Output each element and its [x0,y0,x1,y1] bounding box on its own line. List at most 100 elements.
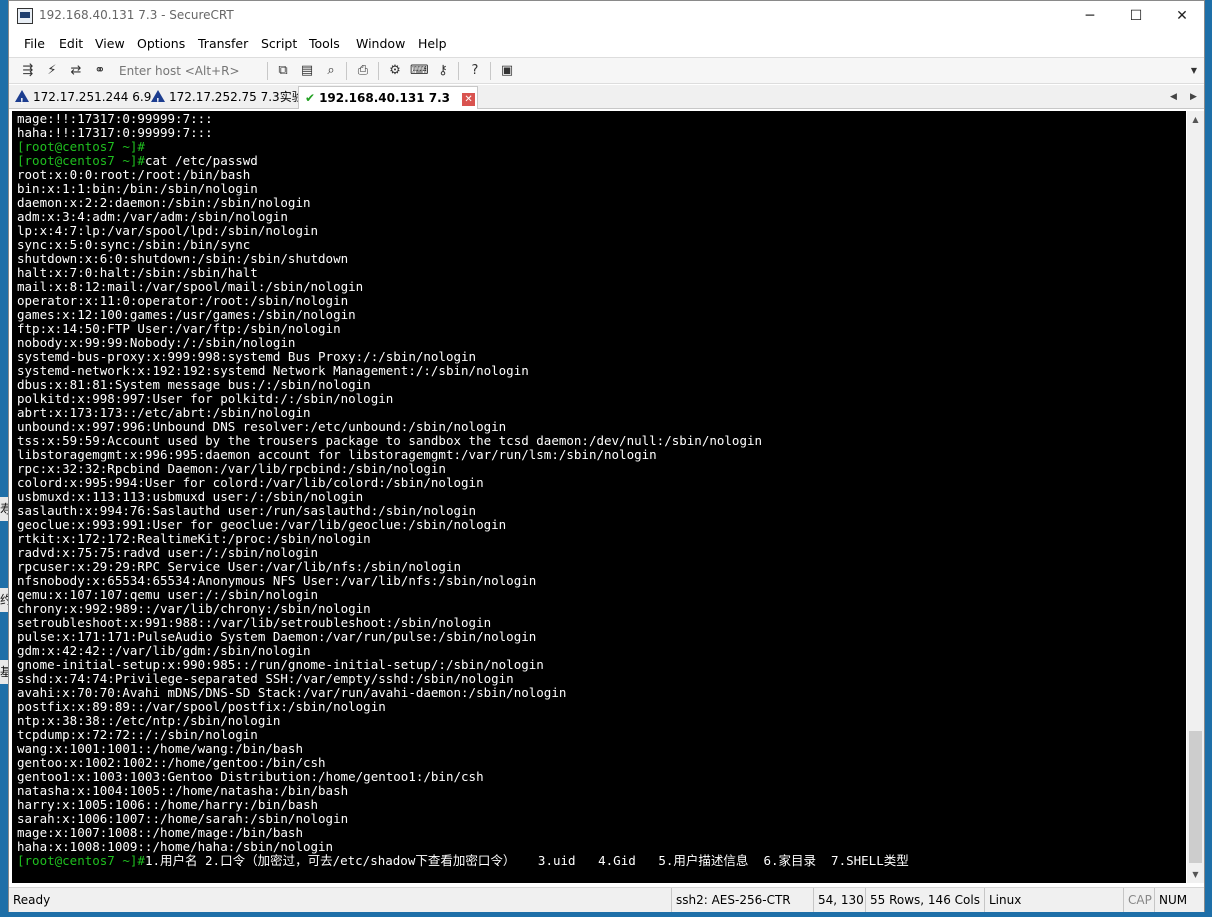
terminal-line: postfix:x:89:89::/var/spool/postfix:/sbi… [17,699,386,714]
minimize-button[interactable]: ─ [1067,1,1113,32]
disconnect-icon[interactable]: ⚭ [91,62,109,80]
maximize-button[interactable]: ☐ [1113,1,1159,32]
menu-view[interactable]: View [95,36,125,51]
terminal-line: saslauth:x:994:76:Saslauthd user:/run/sa… [17,503,477,518]
menu-window[interactable]: Window [356,36,405,51]
terminal-line: usbmuxd:x:113:113:usbmuxd user:/:/sbin/n… [17,489,364,504]
desktop-edge-text-2: 约 [0,588,12,612]
terminal-line: chrony:x:992:989::/var/lib/chrony:/sbin/… [17,601,371,616]
shell-command: cat /etc/passwd [144,153,258,168]
terminal-line: haha:x:1008:1009::/home/haha:/sbin/nolog… [17,839,334,854]
host-input[interactable] [117,62,269,80]
terminal-prompt-line: [root@centos7 ~]# [17,139,145,154]
terminal-line: root:x:0:0:root:/root:/bin/bash [17,167,251,182]
terminal-line: harry:x:1005:1006::/home/harry:/bin/bash [17,797,319,812]
menu-transfer[interactable]: Transfer [198,36,248,51]
shell-command: 1.用户名 2.口令（加密过，可去/etc/shadow下查看加密口令） 3.u… [144,853,909,868]
terminal-prompt-line: [root@centos7 ~]#cat /etc/passwd [17,153,258,168]
terminal-line: systemd-network:x:192:192:systemd Networ… [17,363,529,378]
menu-script[interactable]: Script [261,36,297,51]
terminal-line: nfsnobody:x:65534:65534:Anonymous NFS Us… [17,573,537,588]
terminal-line: pulse:x:171:171:PulseAudio System Daemon… [17,629,537,644]
status-cursor-position: 54, 130 [813,888,865,912]
terminal-line: radvd:x:75:75:radvd user:/:/sbin/nologin [17,545,319,560]
menu-options[interactable]: Options [137,36,185,51]
terminal-line: adm:x:3:4:adm:/var/adm:/sbin/nologin [17,209,288,224]
terminal-line: daemon:x:2:2:daemon:/sbin:/sbin/nologin [17,195,311,210]
terminal-line: abrt:x:173:173::/etc/abrt:/sbin/nologin [17,405,311,420]
terminal-line: libstoragemgmt:x:996:995:daemon account … [17,447,657,462]
terminal-line: avahi:x:70:70:Avahi mDNS/DNS-SD Stack:/v… [17,685,567,700]
window-title: 192.168.40.131 7.3 - SecureCRT [39,8,234,22]
tab-scroll-right-icon[interactable]: ▶ [1190,86,1197,108]
securecrt-app-icon[interactable] [17,8,33,24]
lightning-icon[interactable]: ⚡ [43,62,61,80]
tab-session-3-active[interactable]: ✔ 192.168.40.131 7.3 ✕ [298,86,479,109]
terminal-prompt-line: [root@centos7 ~]#1.用户名 2.口令（加密过，可去/etc/s… [17,853,909,868]
terminal-scrollbar[interactable]: ▲ ▼ [1187,111,1204,883]
status-caps-lock: CAP [1123,888,1155,912]
close-button[interactable]: ✕ [1159,1,1205,32]
reconnect-icon[interactable]: ⇄ [67,62,85,80]
sftp-icon[interactable]: ▣ [498,62,516,80]
terminal-line: dbus:x:81:81:System message bus:/:/sbin/… [17,377,371,392]
warning-icon [15,90,29,113]
terminal-line: unbound:x:997:996:Unbound DNS resolver:/… [17,419,507,434]
find-icon[interactable]: ⌕ [322,62,340,80]
connect-icon[interactable]: ⇶ [19,62,37,80]
title-bar[interactable]: 192.168.40.131 7.3 - SecureCRT ─ ☐ ✕ [9,1,1204,32]
tab-session-1[interactable]: 172.17.251.244 6.9 [15,86,151,113]
status-cipher: ssh2: AES-256-CTR [671,888,811,912]
print-icon[interactable]: ⎙ [354,62,372,80]
status-num-lock: NUM [1154,888,1194,912]
terminal-line: sync:x:5:0:sync:/sbin:/bin/sync [17,237,251,252]
securecrt-window: 192.168.40.131 7.3 - SecureCRT ─ ☐ ✕ Fil… [8,0,1205,912]
desktop-edge-text-1: 寿 [0,497,12,521]
shell-prompt: [root@centos7 ~]# [17,153,145,168]
help-icon[interactable]: ? [466,62,484,80]
paste-icon[interactable]: ▤ [298,62,316,80]
terminal-line: bin:x:1:1:bin:/bin:/sbin/nologin [17,181,258,196]
terminal-line: haha:!!:17317:0:99999:7::: [17,125,213,140]
terminal-line: rpcuser:x:29:29:RPC Service User:/var/li… [17,559,462,574]
tab-session-2[interactable]: 172.17.252.75 7.3实验 [151,86,304,113]
copy-icon[interactable]: ⧉ [274,62,292,80]
gear-icon[interactable]: ⚙ [386,62,404,80]
terminal-screen[interactable]: mage:!!:17317:0:99999:7::: haha:!!:17317… [12,111,1186,883]
terminal-line: operator:x:11:0:operator:/root:/sbin/nol… [17,293,349,308]
terminal-line: tcpdump:x:72:72::/:/sbin/nologin [17,727,258,742]
menu-bar: File Edit View Options Transfer Script T… [9,32,1204,54]
terminal-line: ntp:x:38:38::/etc/ntp:/sbin/nologin [17,713,281,728]
terminal-line: qemu:x:107:107:qemu user:/:/sbin/nologin [17,587,319,602]
terminal-line: rtkit:x:172:172:RealtimeKit:/proc:/sbin/… [17,531,371,546]
tab-scroll-left-icon[interactable]: ◀ [1170,86,1177,108]
terminal-line: lp:x:4:7:lp:/var/spool/lpd:/sbin/nologin [17,223,319,238]
status-bar: Ready ssh2: AES-256-CTR 54, 130 55 Rows,… [9,887,1204,912]
terminal-line: setroubleshoot:x:991:988::/var/lib/setro… [17,615,492,630]
terminal-line: systemd-bus-proxy:x:999:998:systemd Bus … [17,349,477,364]
menu-edit[interactable]: Edit [59,36,83,51]
toolbar-separator [378,62,379,80]
shell-prompt: [root@centos7 ~]# [17,139,145,154]
check-icon: ✔ [305,91,316,105]
shell-prompt: [root@centos7 ~]# [17,853,145,868]
tab-close-icon[interactable]: ✕ [462,93,476,106]
tab-label: 192.168.40.131 7.3 [319,91,451,105]
status-ready: Ready [13,893,51,907]
menu-help[interactable]: Help [418,36,447,51]
toolbar-separator [346,62,347,80]
terminal-output: mage:!!:17317:0:99999:7::: haha:!!:17317… [12,111,1186,868]
terminal-line: mail:x:8:12:mail:/var/spool/mail:/sbin/n… [17,279,364,294]
toolbar-overflow-icon[interactable]: ▼ [1185,62,1203,80]
scroll-up-icon[interactable]: ▲ [1187,111,1204,128]
terminal-line: games:x:12:100:games:/usr/games:/sbin/no… [17,307,356,322]
terminal-line: mage:!!:17317:0:99999:7::: [17,111,213,126]
menu-tools[interactable]: Tools [309,36,340,51]
scroll-down-icon[interactable]: ▼ [1187,866,1204,883]
keymap-icon[interactable]: ⌨ [410,62,429,80]
desktop-edge-text-3: 基 [0,660,12,684]
terminal-line: nobody:x:99:99:Nobody:/:/sbin/nologin [17,335,296,350]
key-icon[interactable]: ⚷ [434,62,452,80]
scrollbar-thumb[interactable] [1189,731,1202,863]
menu-file[interactable]: File [24,36,45,51]
